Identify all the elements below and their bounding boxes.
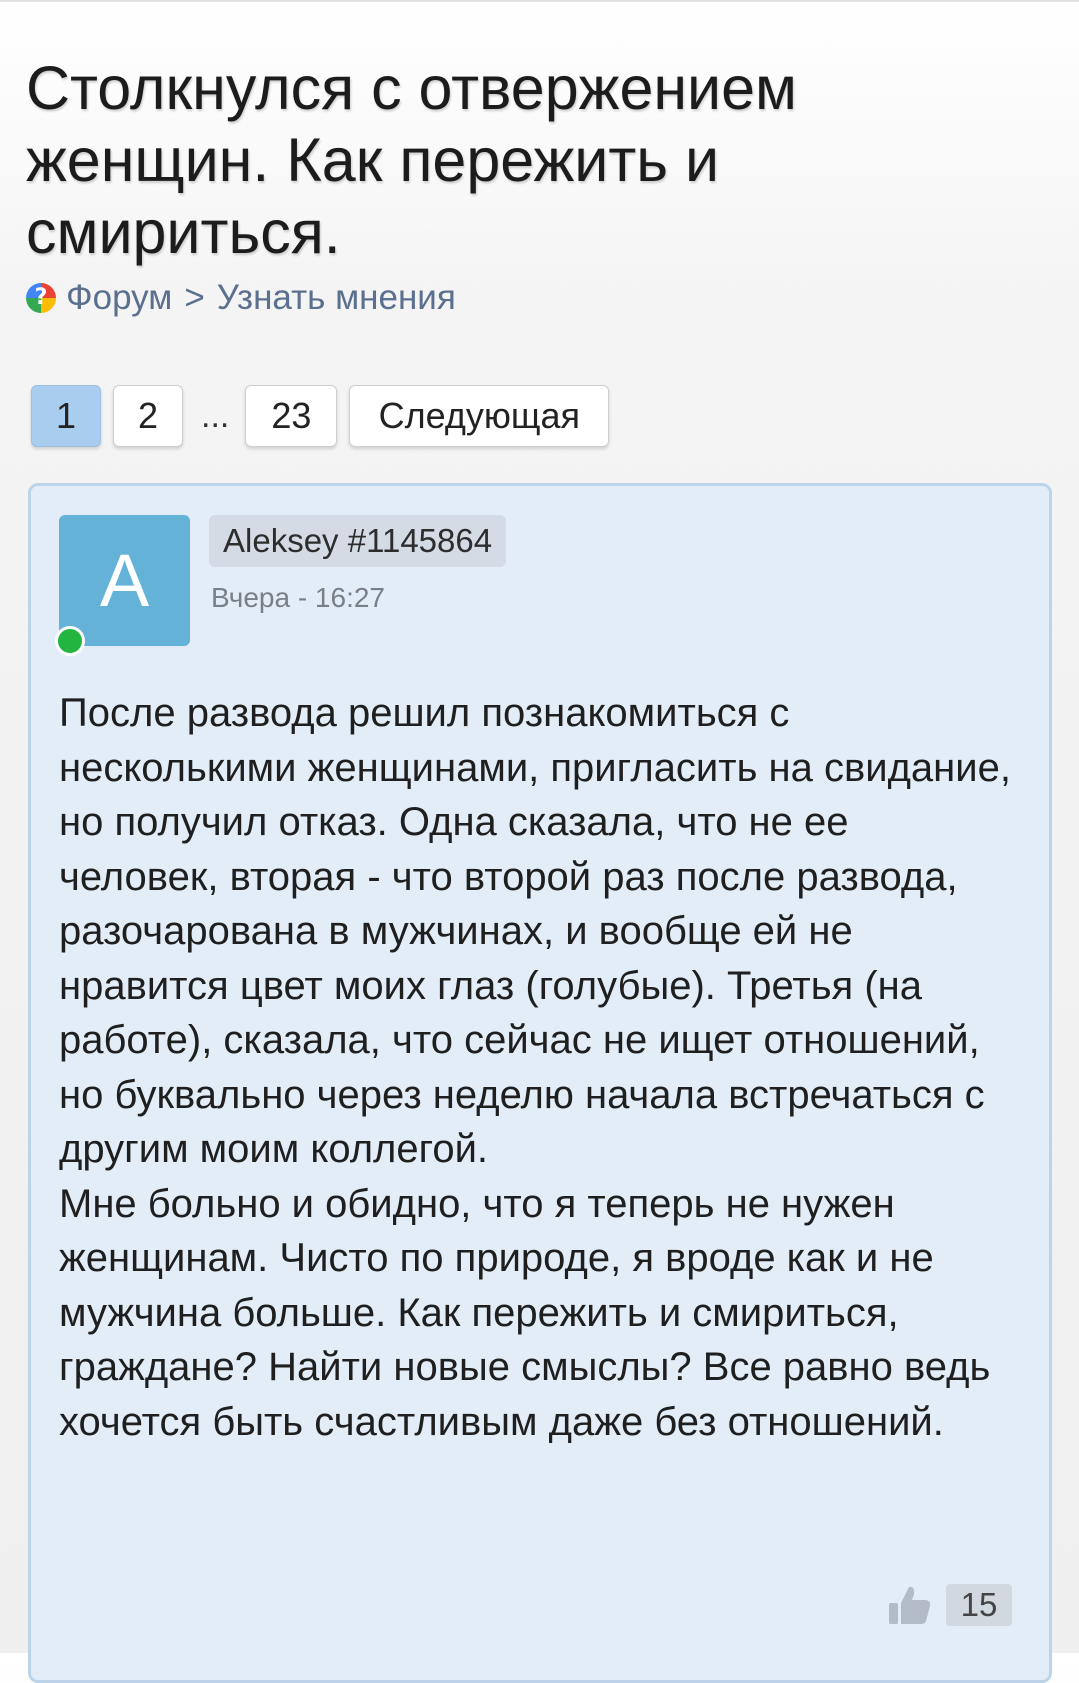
post-body: После развода решил познакомиться с неск… [59,686,1019,1449]
post-timestamp: Вчера - 16:27 [211,582,386,613]
breadcrumb-forum-link[interactable]: Форум [66,278,172,318]
breadcrumb: Форум > Узнать мнения [26,278,456,318]
like-count: 15 [946,1584,1012,1626]
like-section: 15 [888,1584,1012,1626]
top-divider [0,0,1079,2]
breadcrumb-separator: > [184,278,205,317]
page-button-current[interactable]: 1 [31,385,101,447]
page-button-2[interactable]: 2 [113,385,183,447]
avatar-letter: A [99,539,150,622]
page-button-last[interactable]: 23 [245,385,338,447]
avatar[interactable]: A [55,515,190,656]
post-paragraph: Мне больно и обидно, что я теперь не нуж… [59,1181,991,1444]
author-name[interactable]: Aleksey #1145864 [209,515,507,567]
post-card: A Aleksey #1145864 Вчера - 16:27 После р… [28,483,1052,1683]
forum-help-icon [26,283,56,313]
pagination: 1 2 ... 23 Следующая [31,383,621,449]
next-page-button[interactable]: Следующая [349,385,610,447]
breadcrumb-section-link[interactable]: Узнать мнения [217,278,456,318]
pagination-ellipsis: ... [201,397,230,435]
page-title: Столкнулся с отвержением женщин. Как пер… [26,54,797,266]
thumbs-up-icon[interactable] [888,1584,932,1626]
online-status-indicator [55,626,85,656]
post-paragraph: После развода решил познакомиться с неск… [59,691,1011,1171]
